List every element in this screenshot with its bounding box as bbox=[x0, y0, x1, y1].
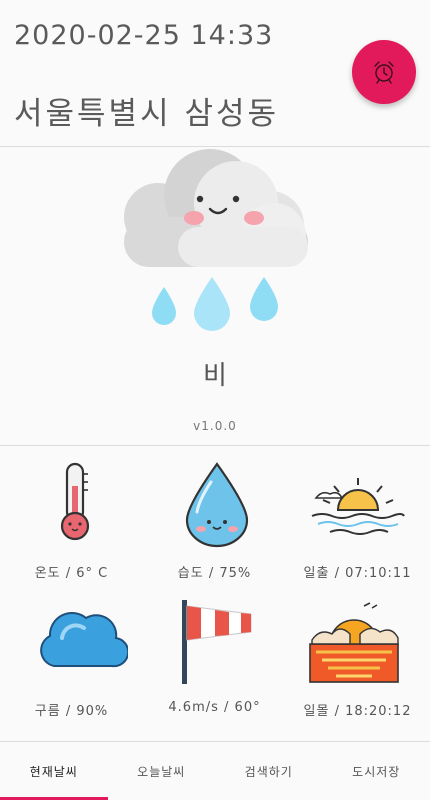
bottom-navigation: 현재날씨 오늘날씨 검색하기 도시저장 bbox=[0, 742, 430, 800]
hero-divider bbox=[0, 445, 430, 446]
app-version: v1.0.0 bbox=[193, 419, 237, 433]
cloud-icon bbox=[40, 611, 128, 668]
current-weather-panel: 비 v1.0.0 bbox=[0, 147, 430, 444]
current-datetime: 2020-02-25 14:33 bbox=[14, 20, 274, 51]
wind-label: 4.6m/s / 60° bbox=[168, 700, 261, 715]
tab-search-label: 검색하기 bbox=[244, 764, 293, 779]
sunrise-label: 일출 / 07:10:11 bbox=[303, 566, 412, 581]
sunset-label: 일몰 / 18:20:12 bbox=[303, 704, 412, 719]
wind-tile: 4.6m/s / 60° bbox=[143, 594, 286, 740]
clouds-tile: 구름 / 90% bbox=[0, 594, 143, 740]
thermometer-icon bbox=[60, 462, 90, 541]
alarm-clock-icon bbox=[374, 61, 394, 84]
clouds-label: 구름 / 90% bbox=[34, 704, 109, 719]
tab-save-city[interactable]: 도시저장 bbox=[323, 742, 430, 800]
humidity-tile: 습도 / 75% bbox=[143, 448, 286, 594]
tab-today-weather[interactable]: 오늘날씨 bbox=[108, 742, 216, 800]
temperature-tile: 온도 / 6° C bbox=[0, 448, 143, 594]
water-drop-icon bbox=[185, 462, 249, 548]
location-title: 서울특별시 삼성동 bbox=[14, 96, 280, 132]
tab-today-weather-label: 오늘날씨 bbox=[137, 764, 186, 779]
sunrise-icon bbox=[311, 478, 405, 535]
temperature-label: 온도 / 6° C bbox=[34, 566, 109, 581]
humidity-label: 습도 / 75% bbox=[177, 566, 252, 581]
alarm-button[interactable] bbox=[352, 40, 416, 104]
tab-search[interactable]: 검색하기 bbox=[215, 742, 323, 800]
sunrise-tile: 일출 / 07:10:11 bbox=[286, 448, 429, 594]
tab-current-weather-label: 현재날씨 bbox=[29, 764, 78, 779]
tab-current-weather[interactable]: 현재날씨 bbox=[0, 742, 108, 800]
weather-description: 비 bbox=[203, 361, 227, 391]
rain-cloud-icon bbox=[124, 149, 308, 331]
weather-details-grid: 온도 / 6° C 습도 / 75% 일출 / 07:10:11 구름 / 90… bbox=[0, 448, 430, 740]
tab-save-city-label: 도시저장 bbox=[352, 764, 401, 779]
windsock-icon bbox=[182, 600, 252, 684]
header: 2020-02-25 14:33 서울특별시 삼성동 bbox=[0, 0, 430, 146]
sunset-tile: 일몰 / 18:20:12 bbox=[286, 594, 429, 740]
sunset-icon bbox=[309, 602, 399, 683]
